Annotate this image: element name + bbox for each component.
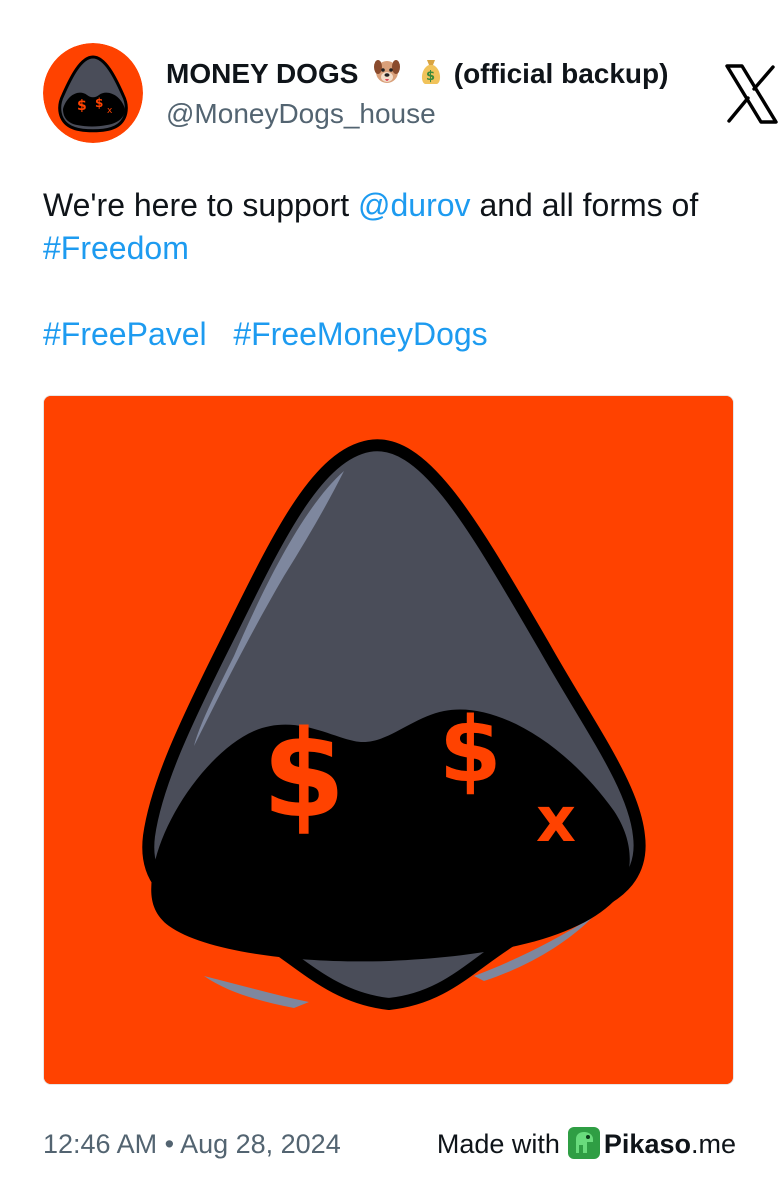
pikaso-brand-suffix: .me: [690, 1129, 736, 1159]
svg-text:x: x: [536, 783, 576, 856]
svg-text:$: $: [77, 98, 87, 114]
tweet-text-line: We're here to support @durov and all for…: [43, 184, 733, 270]
mention-durov-link[interactable]: @durov: [358, 187, 471, 223]
tweet-date: Aug 28, 2024: [180, 1129, 341, 1159]
author-name-suffix: (official backup): [453, 58, 669, 89]
tweet-text-end: and all forms of: [470, 187, 699, 223]
tweet-media-image[interactable]: $ $ x: [43, 395, 734, 1085]
author-name-text: MONEY DOGS: [166, 58, 359, 89]
money-bag-icon: $: [416, 56, 446, 95]
hashtag-freedom-link[interactable]: #Freedom: [43, 230, 189, 266]
hashtag-freemoneydogs-link[interactable]: #FreeMoneyDogs: [233, 316, 487, 352]
avatar[interactable]: $ $ x: [43, 43, 143, 143]
tweet-time: 12:46 AM: [43, 1129, 158, 1159]
author-display-name[interactable]: MONEY DOGS $ (official backup): [166, 56, 668, 95]
hooded-figure-illustration-icon: $ $ x: [44, 396, 733, 1084]
made-with-label: Made with: [436, 1129, 560, 1159]
svg-text:x: x: [107, 106, 113, 116]
svg-text:$: $: [262, 706, 346, 845]
tweet-hashtags-line: #FreePavel #FreeMoneyDogs: [43, 313, 733, 356]
author-handle[interactable]: @MoneyDogs_house: [166, 96, 436, 132]
svg-text:$: $: [426, 69, 435, 84]
pikaso-brand-name: Pikaso: [603, 1129, 691, 1159]
svg-text:$: $: [439, 698, 502, 803]
tweet-footer: 12:46 AM • Aug 28, 2024 Made with Pikaso…: [43, 1124, 736, 1164]
x-logo-icon[interactable]: [725, 64, 778, 124]
tweet-text-start: We're here to support: [43, 187, 359, 223]
hooded-figure-avatar-icon: $ $ x: [43, 43, 143, 143]
made-with-credit[interactable]: Made with Pikaso.me: [437, 1126, 736, 1168]
tweet-body: We're here to support @durov and all for…: [43, 184, 733, 356]
pikaso-dino-icon: [567, 1127, 600, 1168]
dog-face-icon: [372, 56, 402, 95]
hashtag-freepavel-link[interactable]: #FreePavel: [43, 316, 207, 352]
meta-separator: •: [164, 1129, 175, 1159]
tweet-timestamp[interactable]: 12:46 AM • Aug 28, 2024: [43, 1126, 341, 1162]
svg-text:$: $: [95, 96, 103, 110]
tweet-header: $ $ x MONEY DOGS $ (official backup) @Mo…: [0, 0, 778, 150]
